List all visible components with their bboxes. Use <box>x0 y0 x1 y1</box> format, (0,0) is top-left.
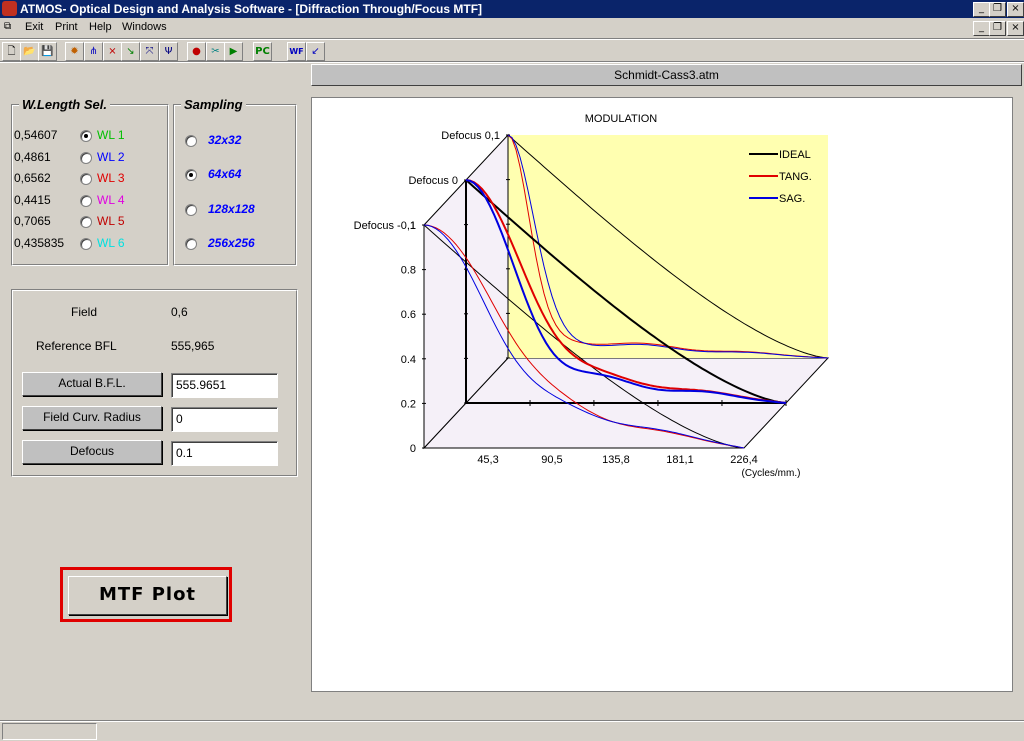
x-axis-label: (Cycles/mm.) <box>742 468 801 479</box>
spot-diagram-icon[interactable]: ↘ <box>121 42 140 61</box>
status-pane <box>2 723 97 740</box>
file-name-bar: Schmidt-Cass3.atm <box>311 64 1022 86</box>
toolbar: 🗋 📂 💾 ✹ ⋔ ⨯ ↘ ⤧ Ψ ● ✂ ▶ PC WF ↙ <box>0 40 1024 62</box>
child-restore-icon[interactable]: ❐ <box>989 21 1006 36</box>
sun-icon[interactable]: ✹ <box>65 42 84 61</box>
mdi-system-icon[interactable]: ⧉ <box>4 21 11 32</box>
wavelength-label-3[interactable]: WL 3 <box>97 171 125 185</box>
legend-label-sag: SAG. <box>779 193 805 205</box>
title-bar: ATMOS- Optical Design and Analysis Softw… <box>0 0 1024 18</box>
menu-exit[interactable]: Exit <box>25 21 43 33</box>
mtf-chart-svg: 00.20.40.60.8145,3 90,5 135,8 181,1 226,4(Cy… <box>354 113 830 479</box>
field-label: Field <box>71 305 98 319</box>
x-tick-label-2: 135,8 <box>602 454 630 466</box>
y-tick-label-4: 0.8 <box>401 265 416 277</box>
pc-icon[interactable]: PC <box>253 42 272 61</box>
optimize-icon[interactable]: ● <box>187 42 206 61</box>
mtf-plot-highlight: MTF Plot <box>60 567 232 622</box>
wavelength-radio-1[interactable] <box>80 130 92 142</box>
mtf-curve-icon[interactable]: ↙ <box>306 42 325 61</box>
status-bar <box>0 720 1024 741</box>
play-icon[interactable]: ▶ <box>224 42 243 61</box>
x-tick-label-1: 90,5 <box>541 454 562 466</box>
tolerance-icon[interactable]: ✂ <box>206 42 225 61</box>
wavelength-label-6[interactable]: WL 6 <box>97 236 125 250</box>
wavelength-radio-5[interactable] <box>80 216 92 228</box>
wavelength-value-1: 0,54607 <box>14 128 58 142</box>
wavelength-radio-4[interactable] <box>80 194 92 207</box>
wavelength-value-2: 0,4861 <box>14 149 51 164</box>
wavelength-value-4: 0,4415 <box>14 192 51 207</box>
menu-print[interactable]: Print <box>55 21 78 33</box>
chart-title: MODULATION <box>585 113 658 125</box>
sampling-radio-256x256[interactable] <box>185 237 197 250</box>
window-title: ATMOS- Optical Design and Analysis Softw… <box>20 2 483 16</box>
sampling-radio-128x128[interactable] <box>185 203 197 216</box>
wavelength-radio-6[interactable] <box>80 237 92 250</box>
wavelength-label-5[interactable]: WL 5 <box>97 214 125 228</box>
sampling-radio-32x32[interactable] <box>185 135 197 147</box>
wavelength-radio-2[interactable] <box>80 151 92 164</box>
x-tick-label-3: 181,1 <box>666 454 694 466</box>
save-icon[interactable]: 💾 <box>38 42 57 61</box>
plane-label-1: Defocus 0 <box>408 175 458 187</box>
app-icon[interactable] <box>2 1 17 16</box>
reference-bfl-label: Reference BFL <box>36 339 117 353</box>
field-curv-radius-input[interactable]: 0 <box>171 407 278 432</box>
actual-bfl-button[interactable]: Actual B.F.L. <box>22 372 162 396</box>
mtf-chart: 0 0.2 0.4 0.6 0.8 1 45,3 90,5 135,8 181,1 226,4 (Cy… <box>311 97 1013 692</box>
plane-label-2: Defocus 0,1 <box>441 130 500 142</box>
menu-bar: ⧉ Exit Print Help Windows _ ❐ × <box>0 19 1024 37</box>
defocus-button[interactable]: Defocus <box>22 440 162 464</box>
y-tick-label-0: 0 <box>410 443 416 455</box>
child-close-icon[interactable]: × <box>1007 21 1024 36</box>
legend-label-tang: TANG. <box>779 171 812 183</box>
field-value: 0,6 <box>171 305 188 319</box>
sampling-label-128x128[interactable]: 128x128 <box>208 202 255 216</box>
sampling-label-32x32[interactable]: 32x32 <box>208 133 241 147</box>
wavelength-value-6: 0,435835 <box>14 235 65 250</box>
wavelength-label-2[interactable]: WL 2 <box>97 150 125 164</box>
sampling-label-64x64[interactable]: 64x64 <box>208 167 241 181</box>
child-minimize-icon[interactable]: _ <box>973 21 990 36</box>
sampling-group-title: Sampling <box>181 97 246 112</box>
minimize-icon[interactable]: _ <box>973 2 990 17</box>
ray-fan-icon[interactable]: ⋔ <box>84 42 103 61</box>
close-icon[interactable]: × <box>1007 2 1024 17</box>
reference-bfl-value: 555,965 <box>171 339 215 353</box>
y-tick-label-1: 0.2 <box>401 398 416 410</box>
aberration-icon[interactable]: ⤧ <box>140 42 159 61</box>
wavelength-value-3: 0,6562 <box>14 171 51 185</box>
actual-bfl-input[interactable]: 555.9651 <box>171 373 278 398</box>
lens-layout-icon[interactable]: ⨯ <box>103 42 122 61</box>
wavelength-value-5: 0,7065 <box>14 214 51 228</box>
x-tick-label-0: 45,3 <box>477 454 498 466</box>
menu-windows[interactable]: Windows <box>122 21 167 33</box>
x-tick-label-4: 226,4 <box>730 454 758 466</box>
mtf-plot-button[interactable]: MTF Plot <box>68 576 227 615</box>
sampling-label-256x256[interactable]: 256x256 <box>208 236 255 250</box>
restore-icon[interactable]: ❐ <box>989 2 1006 17</box>
wavelength-radio-3[interactable] <box>80 173 92 185</box>
legend-label-ideal: IDEAL <box>779 149 811 161</box>
defocus-input[interactable]: 0.1 <box>171 441 278 466</box>
field-curv-radius-button[interactable]: Field Curv. Radius <box>22 406 162 430</box>
y-tick-label-3: 0.6 <box>401 309 416 321</box>
wavelength-group-title: W.Length Sel. <box>19 97 110 112</box>
fork-icon[interactable]: Ψ <box>159 42 178 61</box>
y-tick-label-2: 0.4 <box>401 354 416 366</box>
wavefront-icon[interactable]: WF <box>287 42 306 61</box>
open-folder-icon[interactable]: 📂 <box>20 42 39 61</box>
plane-label-0: Defocus -0,1 <box>354 220 416 232</box>
new-file-icon[interactable]: 🗋 <box>2 42 21 61</box>
wavelength-label-4[interactable]: WL 4 <box>97 193 125 207</box>
wavelength-label-1[interactable]: WL 1 <box>97 128 125 142</box>
menu-help[interactable]: Help <box>89 21 112 33</box>
